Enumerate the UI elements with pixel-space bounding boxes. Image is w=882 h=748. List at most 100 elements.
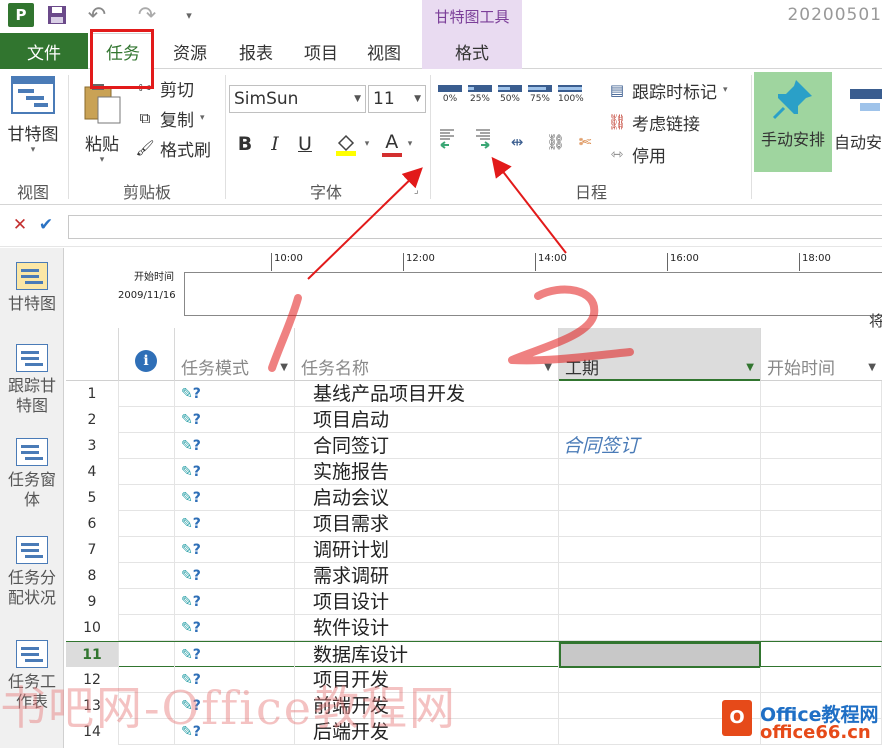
timeline[interactable]: 开始时间 2009/11/16 将 10:00 12:00 14:00 16:00 18… [66, 248, 882, 330]
underline-button[interactable]: U [292, 129, 318, 159]
start-cell[interactable] [761, 407, 882, 433]
gantt-chart-view-button[interactable]: 甘特图 ▾ [4, 75, 62, 155]
percent-complete-100-button[interactable]: 100% [558, 85, 584, 104]
table-row[interactable]: 7 ✎? 调研计划 [66, 537, 882, 563]
filter-dropdown-icon[interactable]: ▼ [280, 362, 288, 373]
task-name-cell[interactable]: 调研计划 [295, 537, 559, 563]
task-name-cell[interactable]: 软件设计 [295, 615, 559, 641]
entry-input[interactable] [68, 215, 882, 239]
indicator-cell[interactable] [119, 407, 175, 433]
indicator-cell[interactable] [119, 563, 175, 589]
start-column-header[interactable]: 开始时间 ▼ [761, 328, 882, 381]
table-row[interactable]: 3 ✎? 合同签订 合同签订 [66, 433, 882, 459]
manually-schedule-button[interactable]: 手动安排 [754, 72, 832, 172]
indicator-cell[interactable] [119, 642, 175, 668]
start-cell[interactable] [761, 511, 882, 537]
start-cell[interactable] [761, 485, 882, 511]
start-cell[interactable] [761, 459, 882, 485]
customize-quick-access-icon[interactable]: ▾ [182, 3, 196, 27]
task-name-column-header[interactable]: 任务名称 ▼ [295, 328, 559, 381]
task-mode-column-header[interactable]: 任务模式 ▼ [175, 328, 295, 381]
copy-button[interactable]: ⧉ 复制 ▾ [134, 105, 205, 131]
viewbar-item-tracking-gantt[interactable]: 跟踪甘特图 [0, 344, 64, 416]
tab-resource[interactable]: 资源 [160, 33, 220, 69]
duration-cell[interactable]: 合同签订 [559, 433, 761, 459]
percent-complete-50-button[interactable]: 50% [498, 85, 522, 104]
task-name-cell[interactable]: 项目启动 [295, 407, 559, 433]
inactivate-button[interactable]: ⇿ 停用 [606, 141, 666, 167]
row-id-cell[interactable]: 8 [66, 563, 119, 589]
task-mode-cell[interactable]: ✎? [175, 407, 295, 433]
unlink-tasks-button[interactable]: ✄ [576, 129, 598, 155]
row-id-cell[interactable]: 1 [66, 381, 119, 407]
indicator-cell[interactable] [119, 459, 175, 485]
redo-icon[interactable]: ↷ [132, 3, 162, 28]
task-mode-cell[interactable]: ✎? [175, 563, 295, 589]
table-row[interactable]: 10 ✎? 软件设计 [66, 615, 882, 641]
filter-dropdown-icon[interactable]: ▼ [868, 362, 876, 373]
tab-view[interactable]: 视图 [356, 33, 412, 69]
link-tasks-button[interactable]: ⛓ [546, 129, 568, 155]
table-row[interactable]: 9 ✎? 项目设计 [66, 589, 882, 615]
start-cell[interactable] [761, 615, 882, 641]
task-mode-cell[interactable]: ✎? [175, 642, 295, 668]
background-color-button[interactable]: ▾ [330, 129, 372, 159]
table-row[interactable]: 2 ✎? 项目启动 [66, 407, 882, 433]
start-cell[interactable] [761, 642, 882, 668]
row-id-cell[interactable]: 6 [66, 511, 119, 537]
start-cell[interactable] [761, 563, 882, 589]
table-row[interactable]: 5 ✎? 启动会议 [66, 485, 882, 511]
italic-button[interactable]: I [262, 129, 288, 159]
start-cell[interactable] [761, 381, 882, 407]
auto-schedule-button[interactable]: 自动安 [834, 77, 882, 153]
start-cell[interactable] [761, 589, 882, 615]
indicator-cell[interactable] [119, 615, 175, 641]
row-id-cell[interactable]: 4 [66, 459, 119, 485]
mark-on-track-button[interactable]: ▤ 跟踪时标记 ▾ [606, 77, 728, 103]
duration-column-header[interactable]: 工期 ▼ [559, 328, 761, 381]
row-id-cell[interactable]: 10 [66, 615, 119, 641]
task-name-cell[interactable]: 启动会议 [295, 485, 559, 511]
task-mode-cell[interactable]: ✎? [175, 459, 295, 485]
task-name-cell[interactable]: 合同签订 [295, 433, 559, 459]
indicator-cell[interactable] [119, 381, 175, 407]
split-task-button[interactable]: ⇹ [508, 129, 530, 155]
row-id-cell[interactable]: 9 [66, 589, 119, 615]
table-row[interactable]: 1 ✎? 基线产品项目开发 [66, 381, 882, 407]
task-mode-cell[interactable]: ✎? [175, 537, 295, 563]
row-id-cell[interactable]: 2 [66, 407, 119, 433]
font-size-combo[interactable]: 11 ▼ [368, 85, 426, 113]
task-mode-cell[interactable]: ✎? [175, 381, 295, 407]
task-name-cell[interactable]: 基线产品项目开发 [295, 381, 559, 407]
indicator-cell[interactable] [119, 511, 175, 537]
viewbar-item-task-form[interactable]: 任务窗体 [0, 438, 64, 510]
task-mode-cell[interactable]: ✎? [175, 589, 295, 615]
table-row[interactable]: 4 ✎? 实施报告 [66, 459, 882, 485]
start-cell[interactable] [761, 537, 882, 563]
task-name-cell[interactable]: 项目设计 [295, 589, 559, 615]
table-row[interactable]: 11 ✎? 数据库设计 [66, 641, 882, 668]
viewbar-item-gantt-chart[interactable]: 甘特图 [0, 262, 64, 314]
task-name-cell[interactable]: 项目需求 [295, 511, 559, 537]
indicators-column-header[interactable]: i [119, 328, 175, 381]
duration-cell[interactable] [559, 642, 761, 668]
indicator-cell[interactable] [119, 537, 175, 563]
tab-format[interactable]: 格式 [422, 33, 522, 69]
tab-task[interactable]: 任务 [92, 33, 154, 70]
task-mode-cell[interactable]: ✎? [175, 485, 295, 511]
tab-report[interactable]: 报表 [226, 33, 286, 69]
duration-cell[interactable] [559, 537, 761, 563]
cut-button[interactable]: ✂ 剪切 [134, 75, 194, 101]
start-cell[interactable] [761, 433, 882, 459]
indicator-cell[interactable] [119, 485, 175, 511]
select-all-cell[interactable] [66, 328, 119, 381]
font-dialog-launcher-icon[interactable]: ⌟ [414, 185, 419, 196]
format-painter-button[interactable]: 🖌 格式刷 [134, 135, 211, 161]
respect-links-button[interactable]: ⛓ 考虑链接 [606, 109, 700, 135]
row-id-cell[interactable]: 11 [66, 642, 119, 668]
confirm-entry-icon[interactable]: ✔ [36, 215, 56, 239]
row-id-cell[interactable]: 7 [66, 537, 119, 563]
duration-cell[interactable] [559, 667, 761, 693]
paste-button[interactable]: 粘贴 ▾ [78, 81, 126, 165]
percent-complete-75-button[interactable]: 75% [528, 85, 552, 104]
